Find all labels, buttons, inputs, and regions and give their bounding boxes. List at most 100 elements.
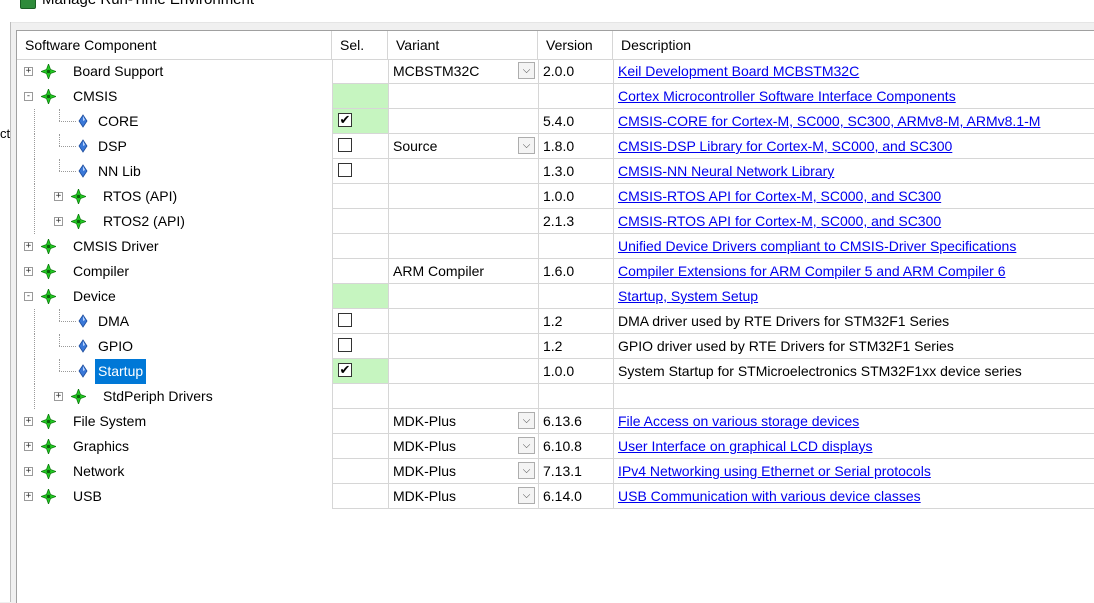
description-link[interactable]: Keil Development Board MCBSTM32C <box>618 63 859 79</box>
description-link[interactable]: IPv4 Networking using Ethernet or Serial… <box>618 463 931 479</box>
component-label[interactable]: GPIO <box>95 334 136 359</box>
component-cell: DSP <box>17 134 332 159</box>
component-label[interactable]: CMSIS <box>70 84 120 109</box>
description-link[interactable]: CMSIS-DSP Library for Cortex-M, SC000, a… <box>618 138 952 154</box>
description-link[interactable]: USB Communication with various device cl… <box>618 488 921 504</box>
component-label[interactable]: Compiler <box>70 259 132 284</box>
column-header-version[interactable]: Version <box>538 31 613 59</box>
component-row-gpio[interactable]: GPIO 1.2 GPIO driver used by RTE Drivers f… <box>17 334 1094 359</box>
expand-toggle-graphics[interactable]: + <box>24 442 33 451</box>
select-checkbox-gpio[interactable] <box>338 338 352 352</box>
expand-toggle-file-system[interactable]: + <box>24 417 33 426</box>
description-link[interactable]: Compiler Extensions for ARM Compiler 5 a… <box>618 263 1005 279</box>
description-link[interactable]: CMSIS-CORE for Cortex-M, SC000, SC300, A… <box>618 113 1040 129</box>
selection-cell[interactable] <box>332 134 388 159</box>
variant-cell[interactable]: Source ⌵ <box>388 134 538 159</box>
variant-cell[interactable]: MDK-Plus ⌵ <box>388 409 538 434</box>
chevron-down-icon[interactable]: ⌵ <box>518 462 535 479</box>
tree-line-vertical <box>34 359 35 384</box>
selection-cell[interactable] <box>332 284 388 309</box>
variant-cell[interactable]: MDK-Plus ⌵ <box>388 459 538 484</box>
component-label[interactable]: RTOS (API) <box>100 184 180 209</box>
expand-toggle-usb[interactable]: + <box>24 492 33 501</box>
expand-toggle-rtos2-api[interactable]: + <box>54 217 63 226</box>
component-row-nn-lib[interactable]: NN Lib 1.3.0 CMSIS-NN Neural Network Libra… <box>17 159 1094 184</box>
green-diamond-component-icon <box>41 439 56 454</box>
description-link[interactable]: User Interface on graphical LCD displays <box>618 438 872 454</box>
component-label[interactable]: NN Lib <box>95 159 144 184</box>
component-row-rtos2-api[interactable]: + RTOS2 (API) 2.1.3 CMSIS-RTOS API for Cort… <box>17 209 1094 234</box>
description-link[interactable]: File Access on various storage devices <box>618 413 859 429</box>
chevron-down-icon[interactable]: ⌵ <box>518 487 535 504</box>
column-header-variant[interactable]: Variant <box>388 31 538 59</box>
select-checkbox-core[interactable]: ✔ <box>338 113 352 127</box>
expand-toggle-network[interactable]: + <box>24 467 33 476</box>
selection-cell[interactable] <box>332 84 388 109</box>
description-link[interactable]: Cortex Microcontroller Software Interfac… <box>618 88 956 104</box>
description-link[interactable]: CMSIS-RTOS API for Cortex-M, SC000, and … <box>618 213 941 229</box>
description-link[interactable]: Unified Device Drivers compliant to CMSI… <box>618 238 1016 254</box>
selection-cell[interactable] <box>332 334 388 359</box>
chevron-down-icon[interactable]: ⌵ <box>518 437 535 454</box>
component-label[interactable]: RTOS2 (API) <box>100 209 188 234</box>
collapse-toggle-device[interactable]: - <box>24 292 33 301</box>
component-row-usb[interactable]: + USB MDK-Plus ⌵ 6.14.0 USB Communication wit… <box>17 484 1094 509</box>
expand-toggle-stdperiph-drivers[interactable]: + <box>54 392 63 401</box>
variant-cell[interactable]: MDK-Plus ⌵ <box>388 434 538 459</box>
tree-line-horizontal <box>59 321 76 322</box>
component-label[interactable]: CORE <box>95 109 141 134</box>
chevron-down-icon[interactable]: ⌵ <box>518 137 535 154</box>
component-row-graphics[interactable]: + Graphics MDK-Plus ⌵ 6.10.8 User Interface o… <box>17 434 1094 459</box>
component-row-network[interactable]: + Network MDK-Plus ⌵ 7.13.1 IPv4 Networking u… <box>17 459 1094 484</box>
selection-cell[interactable]: ✔ <box>332 359 388 384</box>
component-row-device[interactable]: - Device Startup, System Setup <box>17 284 1094 309</box>
description-link[interactable]: Startup, System Setup <box>618 288 758 304</box>
component-tree-grid[interactable]: Software Component Sel. Variant Version … <box>16 30 1094 603</box>
column-header-sel[interactable]: Sel. <box>332 31 388 59</box>
select-checkbox-dsp[interactable] <box>338 138 352 152</box>
expand-toggle-rtos-api[interactable]: + <box>54 192 63 201</box>
component-label[interactable]: Device <box>70 284 119 309</box>
chevron-down-icon[interactable]: ⌵ <box>518 412 535 429</box>
expand-toggle-board-support[interactable]: + <box>24 67 33 76</box>
component-row-file-system[interactable]: + File System MDK-Plus ⌵ 6.13.6 File Access o… <box>17 409 1094 434</box>
component-label[interactable]: Board Support <box>70 59 166 84</box>
select-checkbox-startup[interactable]: ✔ <box>338 363 352 377</box>
component-label[interactable]: Network <box>70 459 127 484</box>
component-row-startup[interactable]: Startup ✔ 1.0.0 System Startup for STMicroe… <box>17 359 1094 384</box>
component-row-board-support[interactable]: + Board Support MCBSTM32C ⌵ 2.0.0 Keil Develo… <box>17 59 1094 84</box>
component-row-cmsis[interactable]: - CMSIS Cortex Microcontroller Software In… <box>17 84 1094 109</box>
select-checkbox-dma[interactable] <box>338 313 352 327</box>
component-label[interactable]: DSP <box>95 134 130 159</box>
component-row-stdperiph-drivers[interactable]: + StdPeriph Drivers <box>17 384 1094 409</box>
select-checkbox-nn-lib[interactable] <box>338 163 352 177</box>
component-label[interactable]: File System <box>70 409 149 434</box>
description-link[interactable]: CMSIS-NN Neural Network Library <box>618 163 834 179</box>
collapse-toggle-cmsis[interactable]: - <box>24 92 33 101</box>
component-row-compiler[interactable]: + Compiler ARM Compiler 1.6.0 Compiler Exten… <box>17 259 1094 284</box>
component-row-cmsis-driver[interactable]: + CMSIS Driver Unified Device Drivers comp… <box>17 234 1094 259</box>
component-row-core[interactable]: CORE ✔ 5.4.0 CMSIS-CORE for Cortex-M, SC000… <box>17 109 1094 134</box>
selection-cell[interactable] <box>332 309 388 334</box>
component-row-rtos-api[interactable]: + RTOS (API) 1.0.0 CMSIS-RTOS API for Corte… <box>17 184 1094 209</box>
app-icon <box>20 0 36 9</box>
expand-toggle-compiler[interactable]: + <box>24 267 33 276</box>
component-label[interactable]: DMA <box>95 309 132 334</box>
component-row-dsp[interactable]: DSP Source ⌵ 1.8.0 CMSIS-DSP Library for Cor… <box>17 134 1094 159</box>
variant-cell[interactable]: MCBSTM32C ⌵ <box>388 59 538 84</box>
column-header-component[interactable]: Software Component <box>17 31 332 59</box>
version-cell: 6.13.6 <box>538 409 613 434</box>
component-label[interactable]: CMSIS Driver <box>70 234 162 259</box>
selection-cell[interactable] <box>332 159 388 184</box>
component-row-dma[interactable]: DMA 1.2 DMA driver used by RTE Drivers for… <box>17 309 1094 334</box>
variant-cell[interactable]: MDK-Plus ⌵ <box>388 484 538 509</box>
selection-cell[interactable]: ✔ <box>332 109 388 134</box>
component-label[interactable]: StdPeriph Drivers <box>100 384 216 409</box>
column-header-description[interactable]: Description <box>613 31 1094 59</box>
expand-toggle-cmsis-driver[interactable]: + <box>24 242 33 251</box>
description-link[interactable]: CMSIS-RTOS API for Cortex-M, SC000, and … <box>618 188 941 204</box>
chevron-down-icon[interactable]: ⌵ <box>518 62 535 79</box>
component-label[interactable]: USB <box>70 484 105 509</box>
component-label[interactable]: Graphics <box>70 434 132 459</box>
component-label[interactable]: Startup <box>95 359 147 384</box>
